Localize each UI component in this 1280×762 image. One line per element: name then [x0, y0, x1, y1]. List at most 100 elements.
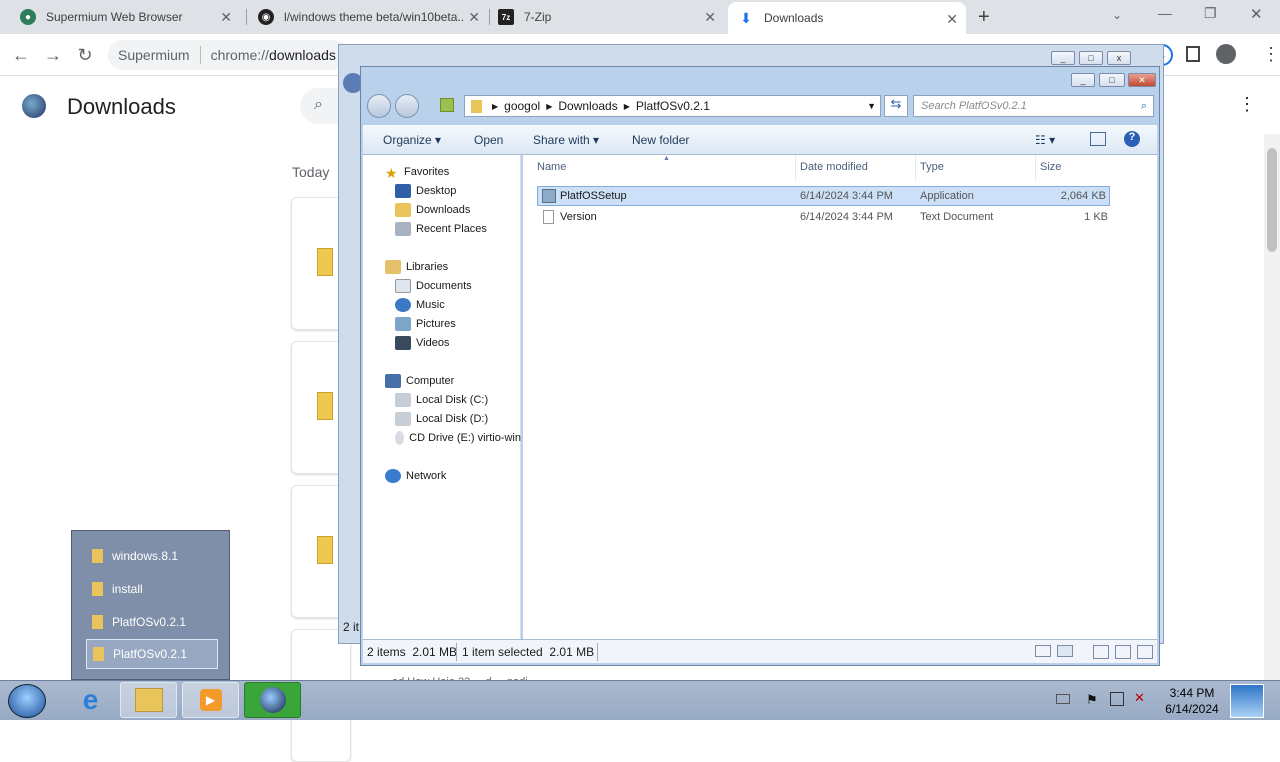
column-header-date[interactable]: Date modified	[800, 161, 868, 173]
organize-button[interactable]: Organize ▾	[383, 133, 441, 147]
large-icons-view-icon[interactable]	[1057, 645, 1073, 657]
folder-icon	[92, 582, 103, 596]
jump-list-item[interactable]: windows.8.1	[86, 541, 218, 571]
maximize-icon[interactable]: □	[1099, 73, 1125, 87]
supermium-browser-icon[interactable]	[244, 682, 301, 718]
maximize-icon[interactable]: □	[1079, 51, 1103, 65]
share-with-button[interactable]: Share with ▾	[533, 133, 599, 147]
file-explorer-icon[interactable]	[120, 682, 177, 718]
close-window-icon[interactable]: ✕	[1250, 5, 1263, 23]
close-icon[interactable]: ✕	[704, 9, 716, 26]
refresh-icon[interactable]: ⇆	[884, 95, 908, 117]
view-options-icon[interactable]: ☷ ▾	[1035, 133, 1055, 147]
close-icon[interactable]: ✕	[1128, 73, 1156, 87]
action-center-flag-icon[interactable]: ⚑	[1086, 692, 1098, 708]
column-header-name[interactable]: Name	[537, 161, 566, 173]
site-chip: Supermium	[118, 47, 190, 63]
tab-supermium[interactable]: ● Supermium Web Browser ✕	[10, 0, 240, 34]
nav-local-disk-c[interactable]: Local Disk (C:)	[395, 393, 488, 407]
close-icon[interactable]: ✕	[468, 9, 480, 26]
forward-icon[interactable]: →	[42, 44, 64, 66]
tab-github[interactable]: ◉ l/windows theme beta/win10beta... ✕	[248, 0, 488, 34]
scrollbar-thumb[interactable]	[1267, 148, 1277, 252]
tab-search-icon[interactable]: ⌄	[1112, 8, 1122, 22]
cd-drive-icon	[395, 431, 405, 445]
search-icon[interactable]: ⌕	[300, 88, 340, 124]
nav-computer[interactable]: Computer	[385, 374, 454, 388]
nav-local-disk-d[interactable]: Local Disk (D:)	[395, 412, 488, 426]
show-desktop-thumbnail[interactable]	[1230, 684, 1264, 718]
nav-videos[interactable]: Videos	[395, 336, 449, 350]
search-input[interactable]: Search PlatfOSv0.2.1 ⌕	[913, 95, 1154, 117]
chevron-down-icon[interactable]: ▼	[867, 101, 876, 111]
clock-time: 3:44 PM	[1169, 686, 1215, 700]
pane-icon[interactable]	[1137, 645, 1153, 659]
address-bar[interactable]: ▶ googol ▶ Downloads ▶ PlatfOSv0.2.1 ▼	[464, 95, 881, 117]
page-title: Downloads	[67, 94, 176, 119]
minimize-icon[interactable]: _	[1071, 73, 1095, 87]
pictures-icon	[395, 317, 411, 331]
url-text: chrome://downloads	[211, 47, 336, 63]
pane-icon[interactable]	[1115, 645, 1131, 659]
open-button[interactable]: Open	[474, 133, 503, 147]
internet-explorer-icon[interactable]: e	[62, 682, 119, 718]
nav-documents[interactable]: Documents	[395, 279, 472, 293]
nav-libraries[interactable]: Libraries	[385, 260, 448, 274]
keyboard-icon[interactable]	[1056, 694, 1070, 704]
more-icon[interactable]: ⋮	[1238, 94, 1256, 115]
scrollbar[interactable]	[1264, 134, 1280, 680]
close-icon[interactable]: x	[1107, 51, 1131, 65]
restore-icon[interactable]: ❐	[1204, 5, 1217, 22]
up-folder-icon[interactable]	[440, 98, 454, 112]
file-row[interactable]: PlatfOSSetup 6/14/2024 3:44 PM Applicati…	[537, 186, 1110, 206]
tab-7zip[interactable]: 7z 7-Zip ✕	[488, 0, 724, 34]
nav-desktop[interactable]: Desktop	[395, 184, 456, 198]
side-panel-icon[interactable]	[1186, 46, 1200, 62]
nav-pictures[interactable]: Pictures	[395, 317, 456, 331]
nav-network[interactable]: Network	[385, 469, 446, 483]
preview-pane-icon[interactable]	[1090, 132, 1106, 146]
star-icon: ★	[385, 165, 398, 181]
media-player-icon[interactable]: ▶	[182, 682, 239, 718]
nav-music[interactable]: Music	[395, 298, 445, 312]
minimize-icon[interactable]: —	[1158, 5, 1172, 21]
minimize-icon[interactable]: _	[1051, 51, 1075, 65]
address-bar[interactable]: Supermium chrome://downloads	[108, 40, 348, 70]
nav-recent-places[interactable]: Recent Places	[395, 222, 487, 236]
breadcrumb-item[interactable]: googol	[504, 99, 540, 113]
nav-cd-drive-e[interactable]: CD Drive (E:) virtio-win	[395, 431, 521, 445]
close-icon[interactable]: ✕	[220, 9, 232, 26]
reload-icon[interactable]: ↻	[74, 44, 96, 66]
column-header-type[interactable]: Type	[920, 161, 944, 173]
network-status-icon[interactable]	[1110, 692, 1124, 706]
new-folder-button[interactable]: New folder	[632, 133, 689, 147]
menu-icon[interactable]: ⋮	[1262, 44, 1280, 65]
breadcrumb-item[interactable]: Downloads	[558, 99, 617, 113]
file-row[interactable]: Version 6/14/2024 3:44 PM Text Document …	[537, 207, 1110, 227]
details-view-icon[interactable]	[1035, 645, 1051, 657]
file-icon	[317, 248, 333, 276]
system-clock[interactable]: 3:44 PM 6/14/2024	[1160, 685, 1224, 717]
breadcrumb-item[interactable]: PlatfOSv0.2.1	[636, 99, 710, 113]
help-icon[interactable]: ?	[1124, 131, 1140, 147]
file-type: Text Document	[920, 211, 994, 223]
nav-label: Recent Places	[416, 223, 487, 235]
pane-icon[interactable]	[1093, 645, 1109, 659]
back-icon[interactable]	[367, 94, 391, 118]
forward-icon[interactable]	[395, 94, 419, 118]
nav-downloads[interactable]: Downloads	[395, 203, 470, 217]
back-icon[interactable]: ←	[10, 44, 32, 66]
column-header-size[interactable]: Size	[1040, 161, 1061, 173]
close-icon[interactable]: ✕	[946, 11, 958, 28]
jump-list-item[interactable]: install	[86, 574, 218, 604]
nav-favorites[interactable]: ★ Favorites	[385, 165, 449, 181]
music-icon	[395, 298, 411, 312]
volume-muted-icon[interactable]: ✕	[1134, 690, 1145, 706]
jump-list-item[interactable]: PlatfOSv0.2.1	[86, 607, 218, 637]
nav-label: Videos	[416, 337, 450, 349]
new-tab-button[interactable]: +	[978, 6, 990, 29]
jump-list-item[interactable]: PlatfOSv0.2.1	[86, 639, 218, 669]
profile-avatar[interactable]	[1216, 44, 1236, 64]
start-button[interactable]	[8, 684, 46, 718]
tab-downloads[interactable]: ⬇ Downloads ✕	[728, 2, 966, 34]
